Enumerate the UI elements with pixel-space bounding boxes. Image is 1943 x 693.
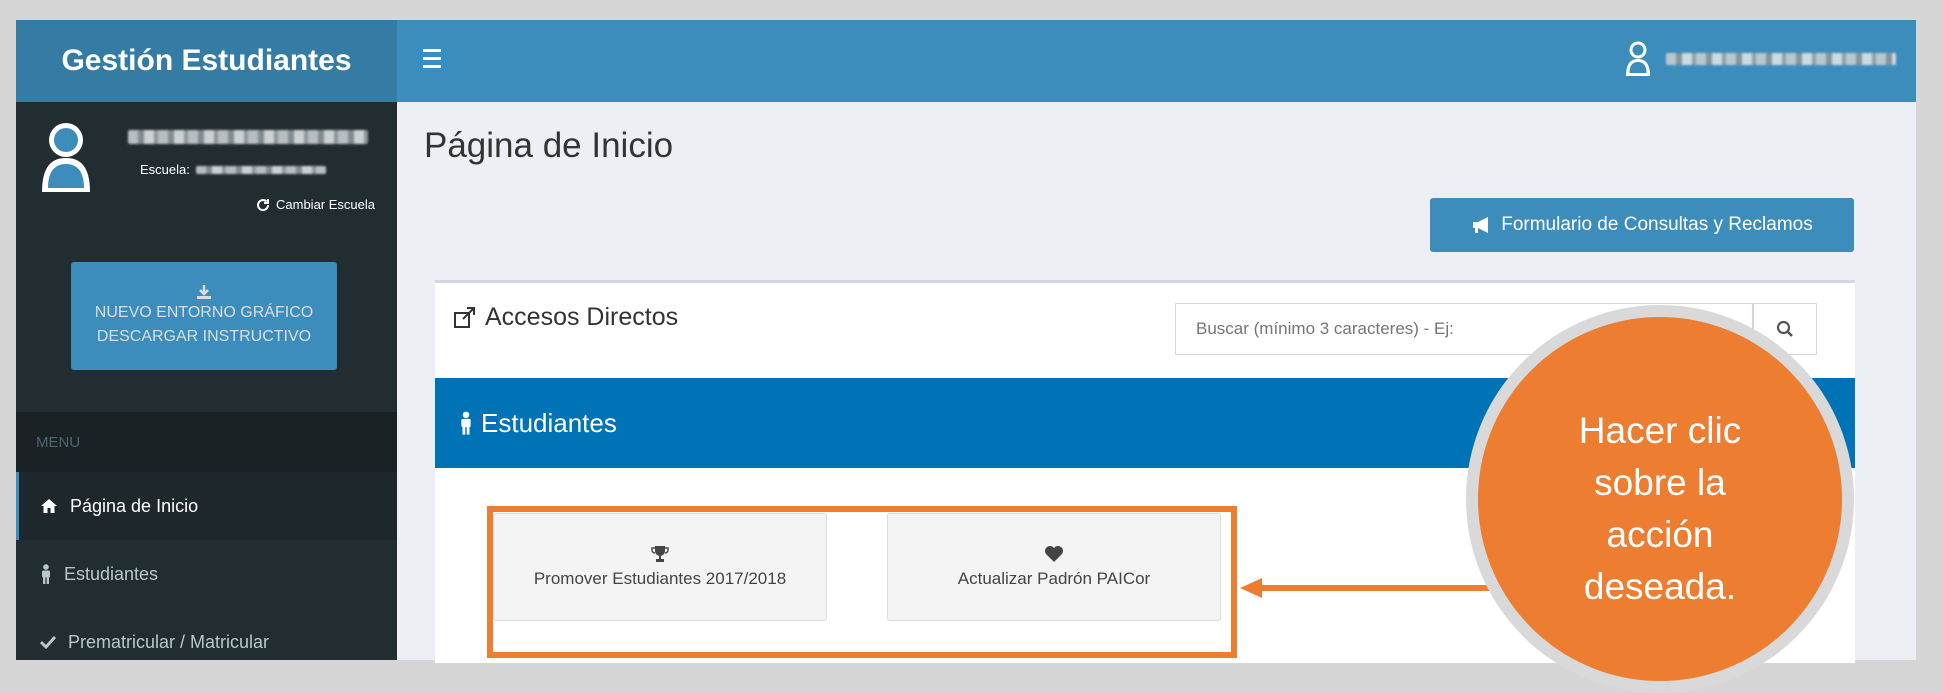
user-icon (1626, 41, 1650, 76)
download-icon (197, 285, 211, 299)
sidebar-item-label: Estudiantes (64, 563, 159, 584)
complaints-form-button[interactable]: Formulario de Consultas y Reclamos (1430, 198, 1854, 252)
complaints-form-label: Formulario de Consultas y Reclamos (1501, 214, 1813, 235)
download-line1: NUEVO ENTORNO GRÁFICO (94, 304, 314, 321)
change-school-link[interactable]: Cambiar Escuela (256, 197, 375, 212)
sidebar-item-enroll[interactable]: Prematricular / Matricular (16, 608, 397, 660)
male-icon (461, 411, 471, 435)
search-icon (1776, 320, 1793, 337)
top-user-name-redacted (1666, 53, 1896, 65)
app-logo[interactable]: Gestión Estudiantes (16, 20, 397, 102)
check-icon (40, 635, 56, 649)
page-title: Página de Inicio (424, 126, 674, 165)
user-name-redacted (128, 130, 368, 144)
school-line: Escuela: (140, 162, 326, 177)
highlight-box (487, 506, 1237, 658)
user-panel: Escuela: Cambiar Escuela (16, 102, 397, 264)
change-school-label: Cambiar Escuela (276, 197, 375, 212)
shortcuts-title-label: Accesos Directos (485, 303, 679, 331)
sidebar-toggle-icon[interactable] (423, 44, 443, 68)
top-navbar (397, 20, 1916, 102)
home-icon (41, 499, 57, 513)
students-section-title: Estudiantes (481, 407, 617, 438)
male-icon (42, 564, 50, 584)
sidebar-item-home[interactable]: Página de Inicio (16, 472, 397, 540)
sidebar-item-students[interactable]: Estudiantes (16, 540, 397, 608)
download-line2: DESCARGAR INSTRUCTIVO (96, 328, 312, 345)
school-label: Escuela: (140, 162, 190, 177)
menu-header: MENU (16, 412, 397, 472)
sidebar: Gestión Estudiantes Escuela: Cambiar Esc… (16, 20, 397, 660)
school-name-redacted (195, 165, 326, 174)
external-link-icon (454, 306, 475, 328)
user-avatar-icon (42, 123, 90, 192)
top-user-menu[interactable] (1624, 40, 1896, 78)
callout-text: Hacer clic sobre la acción deseada. (1578, 410, 1742, 607)
sidebar-item-label: Página de Inicio (70, 495, 199, 516)
pointer-arrow (1240, 578, 1490, 598)
instruction-callout: Hacer clic sobre la acción deseada. (1466, 305, 1854, 693)
sidebar-item-label: Prematricular / Matricular (68, 631, 270, 652)
shortcuts-title: Accesos Directos (453, 303, 678, 332)
refresh-icon (257, 198, 270, 211)
download-instructions-button[interactable]: NUEVO ENTORNO GRÁFICO DESCARGAR INSTRUCT… (71, 262, 337, 370)
bullhorn-icon (1473, 217, 1489, 233)
